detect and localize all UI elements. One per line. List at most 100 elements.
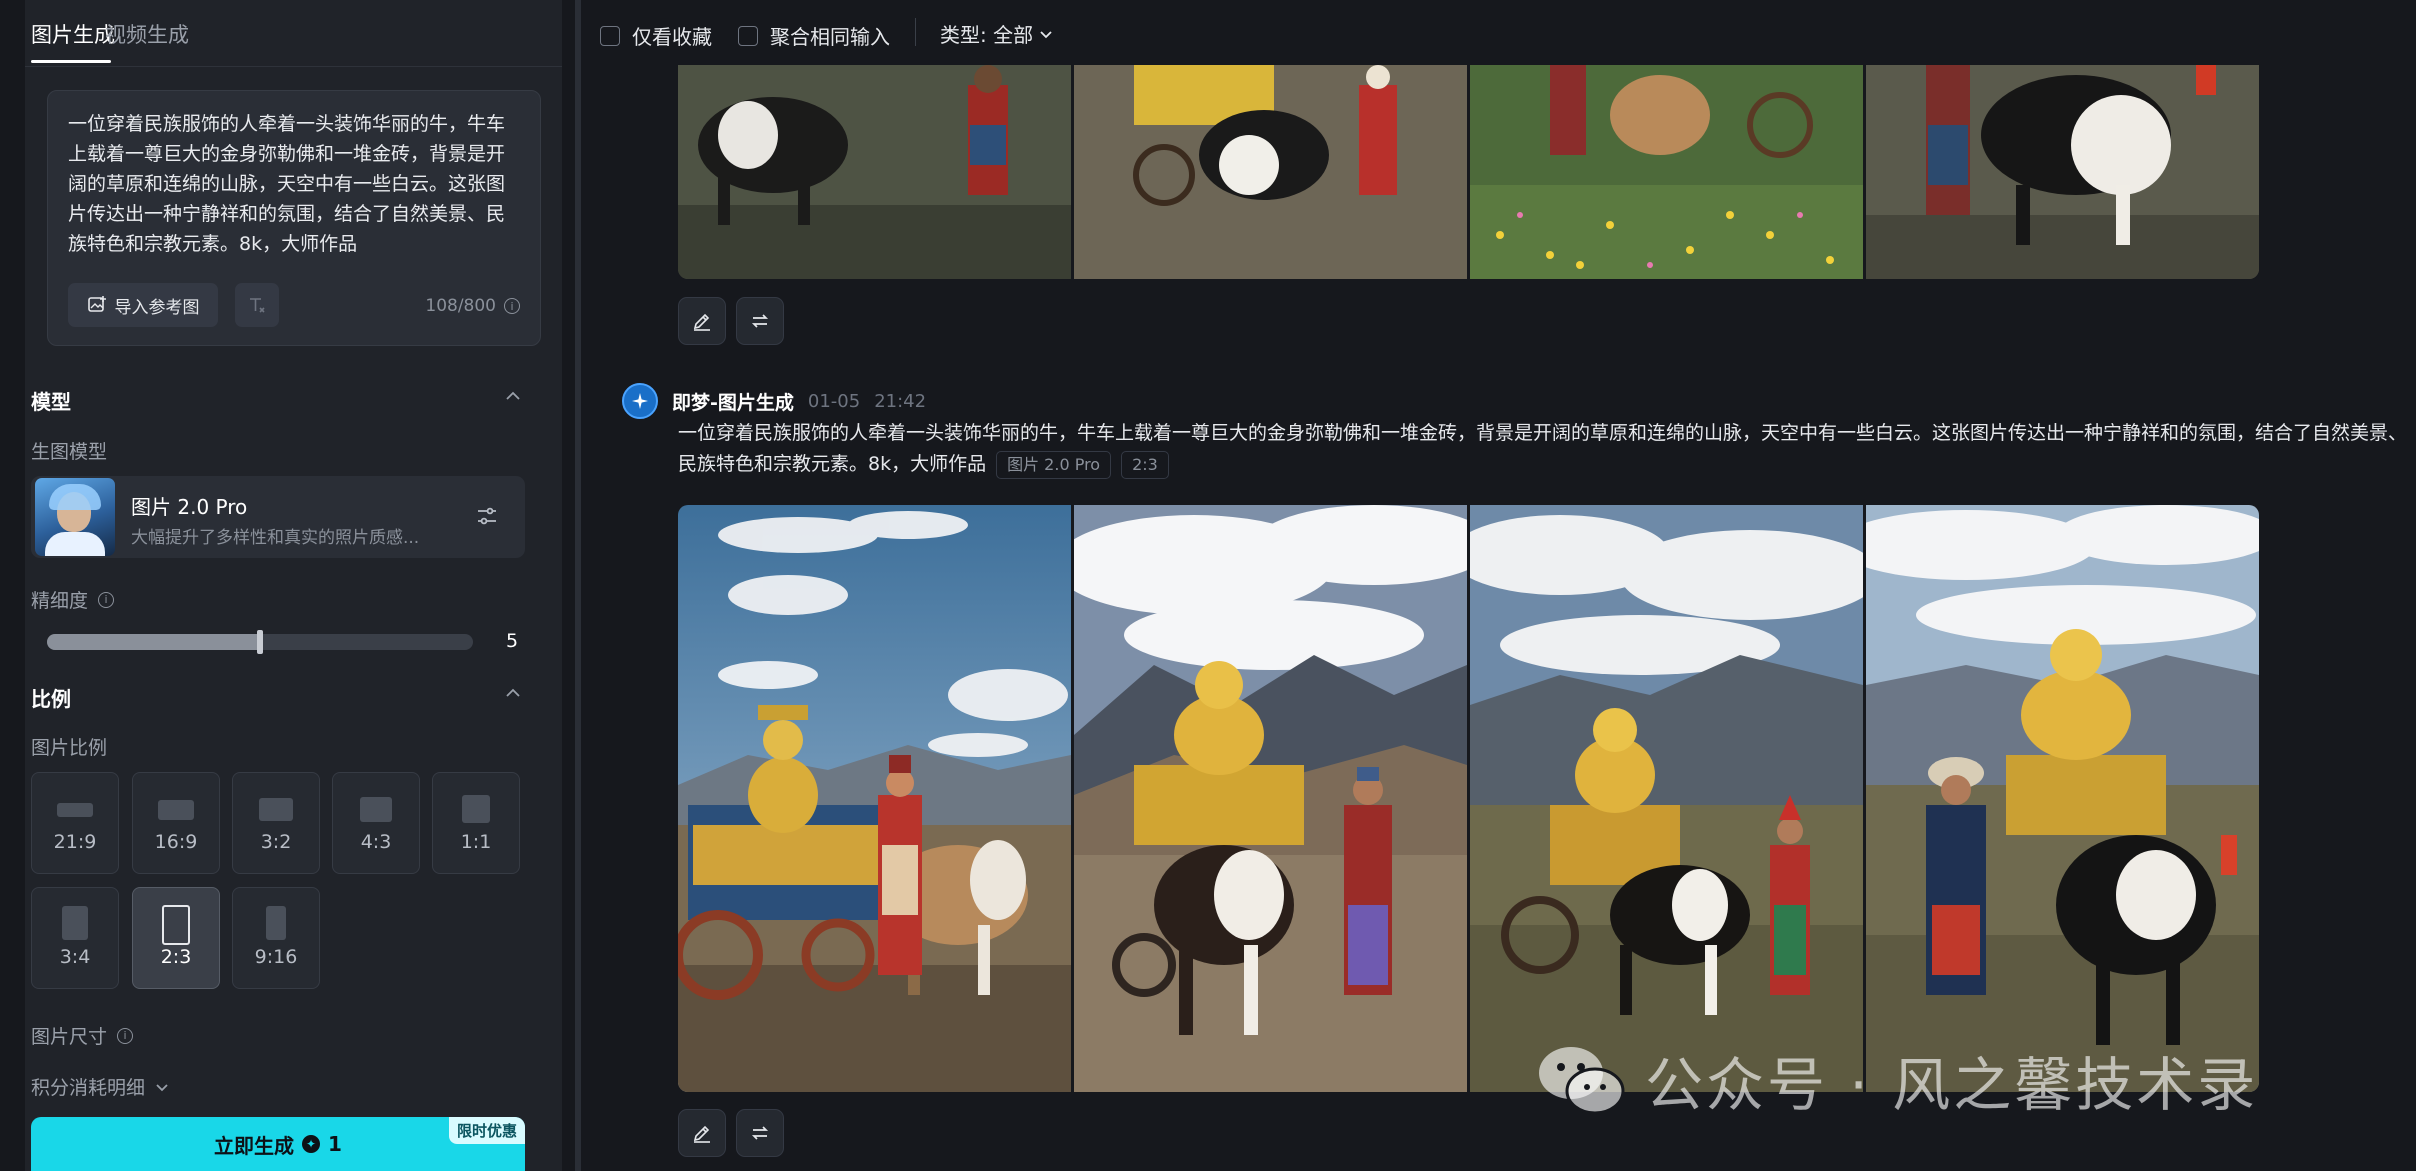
ratio-shape xyxy=(462,795,490,823)
chevron-up-icon[interactable] xyxy=(505,687,521,699)
ratio-option-1-1[interactable]: 1:1 xyxy=(432,772,520,874)
ratio-option-16-9[interactable]: 16:9 xyxy=(132,772,220,874)
generated-image[interactable] xyxy=(1470,505,1863,1092)
chevron-down-icon xyxy=(156,1083,168,1091)
ratio-sub-label: 图片比例 xyxy=(31,737,108,759)
ratio-option-4-3[interactable]: 4:3 xyxy=(332,772,420,874)
model-selector[interactable]: 图片 2.0 Pro 大幅提升了多样性和真实的照片质感... xyxy=(31,476,525,558)
info-icon[interactable]: i xyxy=(98,591,115,608)
edit-button[interactable] xyxy=(678,1109,726,1157)
import-reference-button[interactable]: 导入参考图 xyxy=(68,283,218,327)
generated-image[interactable] xyxy=(1866,65,2259,279)
ratio-shape xyxy=(266,906,286,940)
promo-badge: 限时优惠 xyxy=(448,1117,525,1144)
size-label: 图片尺寸 xyxy=(31,1026,108,1048)
ratio-label: 1:1 xyxy=(460,831,492,853)
detail-label: 精细度 xyxy=(31,590,89,612)
ratio-shape xyxy=(259,798,293,821)
model-sub-label: 生图模型 xyxy=(31,441,108,463)
detail-slider[interactable] xyxy=(47,630,473,654)
ratio-label: 3:4 xyxy=(59,946,91,968)
ratio-label: 3:2 xyxy=(260,831,292,853)
ratio-option-9-16[interactable]: 9:16 xyxy=(232,887,320,989)
ratio-shape xyxy=(57,803,93,817)
text-format-button[interactable] xyxy=(235,283,279,327)
toolbar-divider xyxy=(915,18,916,46)
text-icon xyxy=(250,298,265,313)
prompt-text[interactable]: 一位穿着民族服饰的人牵着一头装饰华丽的牛，牛车上载着一尊巨大的金身弥勒佛和一堆金… xyxy=(68,109,518,259)
regenerate-button[interactable] xyxy=(736,297,784,345)
ratio-label: 2:3 xyxy=(160,946,192,968)
ratio-shape xyxy=(162,905,190,945)
wechat-icon xyxy=(1539,1047,1625,1115)
generated-image[interactable] xyxy=(1866,505,2259,1092)
ratio-label: 4:3 xyxy=(360,831,392,853)
credit-icon: ✦ xyxy=(302,1135,321,1153)
detail-value: 5 xyxy=(506,630,519,652)
watermark-text: 公众号 · 风之馨技术录 xyxy=(1645,1051,2259,1119)
previous-generation-images xyxy=(678,65,2259,279)
edit-icon xyxy=(693,1125,710,1143)
generation-prompt: 一位穿着民族服饰的人牵着一头装饰华丽的牛，牛车上载着一尊巨大的金身弥勒佛和一堆金… xyxy=(678,418,2416,480)
generation-images xyxy=(678,505,2259,1092)
generation-prompt-text: 一位穿着民族服饰的人牵着一头装饰华丽的牛，牛车上载着一尊巨大的金身弥勒佛和一堆金… xyxy=(678,422,2408,475)
generated-image[interactable] xyxy=(678,65,1071,279)
sliders-icon[interactable] xyxy=(475,504,499,528)
checkbox[interactable] xyxy=(600,25,620,46)
detail-slider-fill xyxy=(47,634,260,650)
ratio-shape xyxy=(62,906,88,940)
generated-image[interactable] xyxy=(1470,65,1863,279)
edit-button[interactable] xyxy=(678,297,726,345)
regenerate-icon xyxy=(751,1126,769,1140)
tab-image-generation[interactable]: 图片生成 xyxy=(31,19,115,49)
ratio-option-21-9[interactable]: 21:9 xyxy=(31,772,119,874)
type-filter-dropdown[interactable]: 类型: 全部 xyxy=(940,19,1053,48)
feed-toolbar: 仅看收藏 聚合相同输入 类型: 全部 xyxy=(575,0,2416,64)
regenerate-icon xyxy=(751,314,769,328)
tab-video-generation[interactable]: 视频生成 xyxy=(105,19,189,49)
favorites-only-checkbox[interactable]: 仅看收藏 xyxy=(600,21,712,50)
image-add-icon xyxy=(87,296,106,312)
generation-header: 即梦-图片生成 01-05 21:42 xyxy=(622,383,926,419)
ratio-option-2-3[interactable]: 2:3 xyxy=(132,887,220,989)
generated-image[interactable] xyxy=(1074,505,1467,1092)
info-icon[interactable]: i xyxy=(117,1027,134,1044)
ratio-shape xyxy=(360,797,392,822)
watermark: 公众号 · 风之馨技术录 xyxy=(1535,1038,2258,1122)
model-tag: 图片 2.0 Pro xyxy=(996,451,1112,479)
ratio-label: 16:9 xyxy=(154,831,198,853)
info-icon[interactable]: i xyxy=(504,298,520,314)
generate-cost: 1 xyxy=(328,1132,342,1156)
generate-button[interactable]: 立即生成 ✦ 1 限时优惠 xyxy=(31,1117,525,1171)
chevron-up-icon[interactable] xyxy=(505,390,521,402)
generation-date: 01-05 xyxy=(807,390,861,412)
left-panel: 图片生成 视频生成 一位穿着民族服饰的人牵着一头装饰华丽的牛，牛车上载着一尊巨大… xyxy=(25,0,562,1171)
detail-label-row: 精细度 i xyxy=(31,586,115,613)
credit-detail-toggle[interactable]: 积分消耗明细 xyxy=(31,1073,169,1100)
panel-scrollbar[interactable] xyxy=(575,0,581,1171)
generator-avatar xyxy=(622,383,658,419)
prompt-editor[interactable]: 一位穿着民族服饰的人牵着一头装饰华丽的牛，牛车上载着一尊巨大的金身弥勒佛和一堆金… xyxy=(47,90,541,346)
merge-same-input-label: 聚合相同输入 xyxy=(770,25,890,49)
char-count-text: 108/800 xyxy=(425,296,496,316)
model-section-title: 模型 xyxy=(31,390,71,414)
generated-image[interactable] xyxy=(1074,65,1467,279)
generate-label: 立即生成 xyxy=(214,1133,295,1158)
detail-slider-handle[interactable] xyxy=(257,630,263,654)
ratio-option-3-2[interactable]: 3:2 xyxy=(232,772,320,874)
model-thumbnail xyxy=(35,478,115,556)
ratio-label: 21:9 xyxy=(53,831,97,853)
merge-same-input-checkbox[interactable]: 聚合相同输入 xyxy=(738,21,890,50)
generator-name: 即梦-图片生成 xyxy=(672,391,794,414)
checkbox[interactable] xyxy=(738,25,758,46)
credit-label: 积分消耗明细 xyxy=(31,1077,146,1099)
chevron-down-icon xyxy=(1040,30,1052,38)
generation-time: 21:42 xyxy=(874,390,927,412)
ratio-option-3-4[interactable]: 3:4 xyxy=(31,887,119,989)
type-filter-label: 类型: 全部 xyxy=(940,23,1034,47)
ratio-shape xyxy=(158,800,194,820)
regenerate-button[interactable] xyxy=(736,1109,784,1157)
generated-image[interactable] xyxy=(678,505,1071,1092)
model-name: 图片 2.0 Pro xyxy=(131,495,248,519)
active-tab-indicator xyxy=(31,60,111,63)
